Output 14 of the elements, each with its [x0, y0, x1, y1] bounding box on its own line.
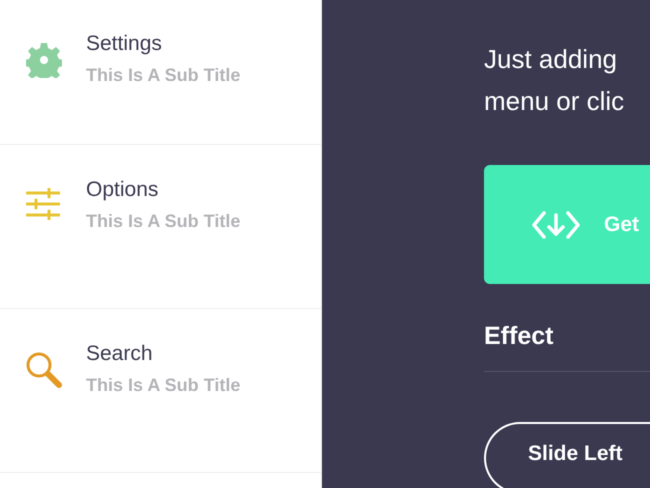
code-download-icon [532, 210, 580, 240]
sidebar-item[interactable]: Options This Is A Sub Title [0, 145, 321, 309]
slide-left-button[interactable]: Slide Left [484, 422, 650, 488]
item-subtitle: This Is A Sub Title [86, 65, 240, 86]
section-heading: Effect [484, 322, 554, 351]
intro-text: Just adding [484, 43, 617, 76]
item-subtitle: This Is A Sub Title [86, 211, 240, 232]
item-title: Options [86, 178, 158, 202]
sidebar-item[interactable]: Settings This Is A Sub Title [0, 0, 321, 145]
item-title: Settings [86, 32, 162, 56]
sidebar-item[interactable]: Search This Is A Sub Title [0, 309, 321, 473]
item-title: Search [86, 342, 153, 366]
intro-text: menu or clic [484, 85, 624, 118]
item-subtitle: This Is A Sub Title [86, 375, 240, 396]
